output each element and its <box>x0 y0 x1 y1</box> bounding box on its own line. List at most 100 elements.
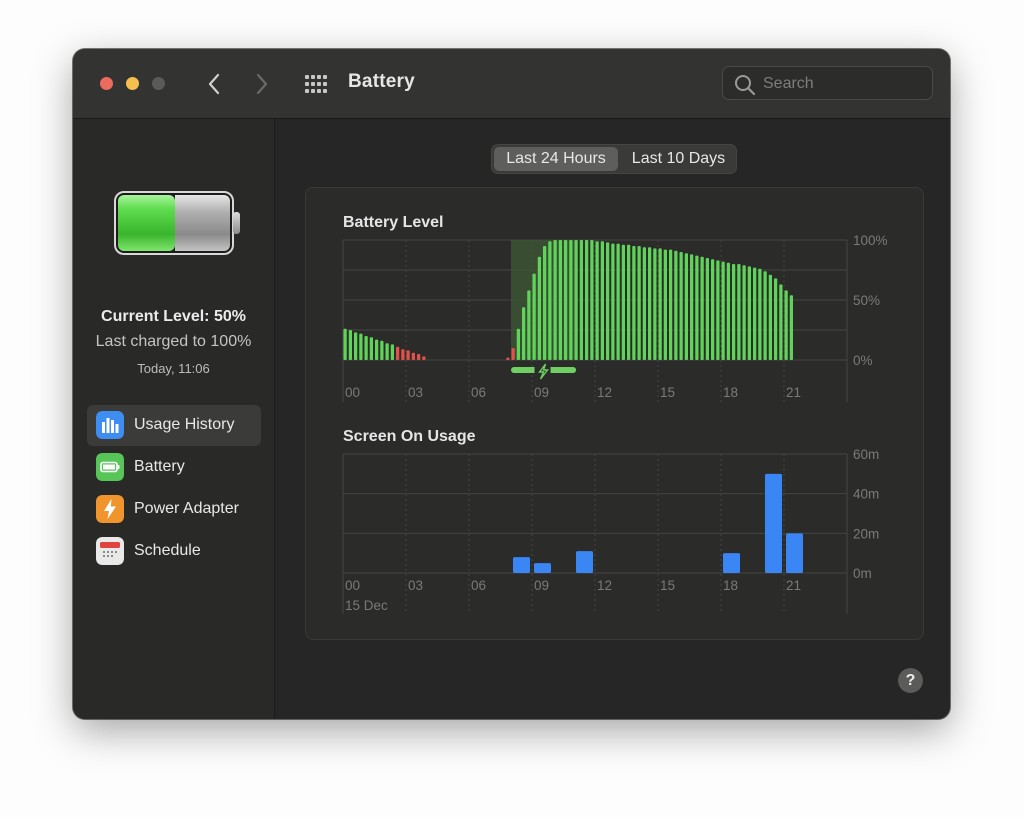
battery-level-bar <box>411 352 415 360</box>
screen-x-tick-label: 00 <box>345 578 360 593</box>
battery-level-bar <box>375 339 379 360</box>
battery-level-title: Battery Level <box>343 214 444 231</box>
battery-level-bar <box>763 271 767 360</box>
sidebar-item-schedule[interactable]: Schedule <box>87 531 261 572</box>
title-bar: Battery <box>73 49 950 119</box>
screen-x-tick-label: 09 <box>534 578 549 593</box>
battery-level-bar <box>658 248 662 360</box>
chevron-right-icon <box>256 73 268 95</box>
battery-level-bar <box>390 344 394 360</box>
battery-x-tick-label: 03 <box>408 385 423 400</box>
battery-level-bar <box>621 244 625 360</box>
battery-level-bar <box>653 248 657 360</box>
time-range-segmented-control: Last 24 Hours Last 10 Days <box>491 144 737 174</box>
battery-level-bar <box>648 247 652 360</box>
battery-level-bar <box>506 357 510 360</box>
lightning-icon <box>96 495 124 523</box>
screen-x-tick-label: 12 <box>597 578 612 593</box>
sidebar-item-battery[interactable]: Battery <box>87 447 261 488</box>
sidebar-item-usage-history[interactable]: Usage History <box>87 405 261 446</box>
last-charged-text: Last charged to 100% <box>95 333 252 350</box>
battery-level-bar <box>632 246 636 360</box>
battery-level-bar <box>532 273 536 360</box>
battery-level-bar <box>527 290 531 360</box>
battery-level-bar <box>758 268 762 360</box>
usage-charts-panel: Battery Level 100% 50% 0% 00 03 06 09 12 15 18 21… <box>305 187 924 640</box>
search-input[interactable] <box>761 71 925 97</box>
last-charged-time: Today, 11:06 <box>137 361 210 376</box>
battery-level-bar <box>522 307 526 360</box>
sidebar: Current Level: 50% Last charged to 100% … <box>73 119 275 719</box>
battery-level-bar <box>569 240 573 360</box>
battery-x-tick-label: 12 <box>597 385 612 400</box>
battery-level-bar <box>354 332 358 360</box>
battery-level-bar <box>553 240 557 360</box>
battery-y-tick-label: 50% <box>853 293 880 308</box>
battery-level-bar <box>732 264 736 360</box>
battery-level-bar <box>742 265 746 360</box>
battery-level-bar <box>684 253 688 360</box>
battery-y-tick-label: 0% <box>853 353 873 368</box>
battery-level-bar <box>516 328 520 360</box>
screen-x-tick-label: 06 <box>471 578 486 593</box>
battery-level-bar <box>642 247 646 360</box>
sidebar-item-label: Power Adapter <box>134 500 239 517</box>
screen-usage-bar <box>723 553 740 573</box>
back-button[interactable] <box>201 69 227 99</box>
screen-usage-bar <box>765 473 782 573</box>
battery-level-bar <box>401 349 405 360</box>
battery-x-tick-label: 15 <box>660 385 675 400</box>
battery-level-bar <box>690 254 694 360</box>
battery-level-bar <box>369 337 373 360</box>
search-icon <box>735 75 756 96</box>
help-button[interactable]: ? <box>898 668 923 693</box>
battery-level-bar <box>753 267 757 360</box>
battery-level-bar <box>348 330 352 360</box>
battery-level-bar <box>564 240 568 360</box>
battery-level-bar <box>695 255 699 360</box>
bar-chart-icon <box>96 411 124 439</box>
battery-level-bar <box>784 290 788 360</box>
battery-level-bar <box>359 333 363 360</box>
battery-level-bar <box>417 354 421 360</box>
zoom-window-button[interactable] <box>152 77 165 90</box>
minimize-window-button[interactable] <box>126 77 139 90</box>
screen-x-tick-label: 03 <box>408 578 423 593</box>
battery-level-bar <box>600 241 604 360</box>
battery-level-bar <box>637 246 641 360</box>
battery-level-bar <box>700 256 704 360</box>
tab-last-10-days[interactable]: Last 10 Days <box>621 147 736 171</box>
battery-level-bar <box>705 258 709 360</box>
screen-y-tick-label: 60m <box>853 447 879 462</box>
battery-level-bar <box>711 259 715 360</box>
screen-on-usage-title: Screen On Usage <box>343 428 476 445</box>
window-title: Battery <box>348 71 415 92</box>
screen-usage-bar <box>534 563 551 573</box>
battery-preferences-window: Battery Current Le <box>73 49 950 719</box>
sidebar-item-label: Battery <box>134 458 185 475</box>
sidebar-item-power-adapter[interactable]: Power Adapter <box>87 489 261 530</box>
battery-level-bar <box>558 240 562 360</box>
battery-level-bar <box>768 274 772 360</box>
battery-x-tick-label: 09 <box>534 385 549 400</box>
battery-level-bar <box>606 242 610 360</box>
battery-level-bar <box>616 243 620 360</box>
battery-level-bar <box>679 252 683 360</box>
battery-level-bar <box>737 264 741 360</box>
calendar-icon <box>96 537 124 565</box>
battery-level-bar <box>380 340 384 360</box>
show-all-grid-icon[interactable] <box>304 74 328 94</box>
battery-level-bar <box>726 262 730 360</box>
battery-y-tick-label: 100% <box>853 233 888 248</box>
search-field[interactable] <box>722 66 933 100</box>
charts-svg: Battery Level 100% 50% 0% 00 03 06 09 12 15 18 21… <box>342 214 888 614</box>
battery-level-bar <box>669 249 673 360</box>
battery-level-bar <box>543 246 547 360</box>
battery-level-bar <box>537 256 541 360</box>
battery-icon <box>96 453 124 481</box>
forward-button[interactable] <box>249 69 275 99</box>
tab-last-24-hours[interactable]: Last 24 Hours <box>494 147 618 171</box>
close-window-button[interactable] <box>100 77 113 90</box>
battery-level-bar <box>364 336 368 360</box>
battery-level-bar <box>585 240 589 360</box>
